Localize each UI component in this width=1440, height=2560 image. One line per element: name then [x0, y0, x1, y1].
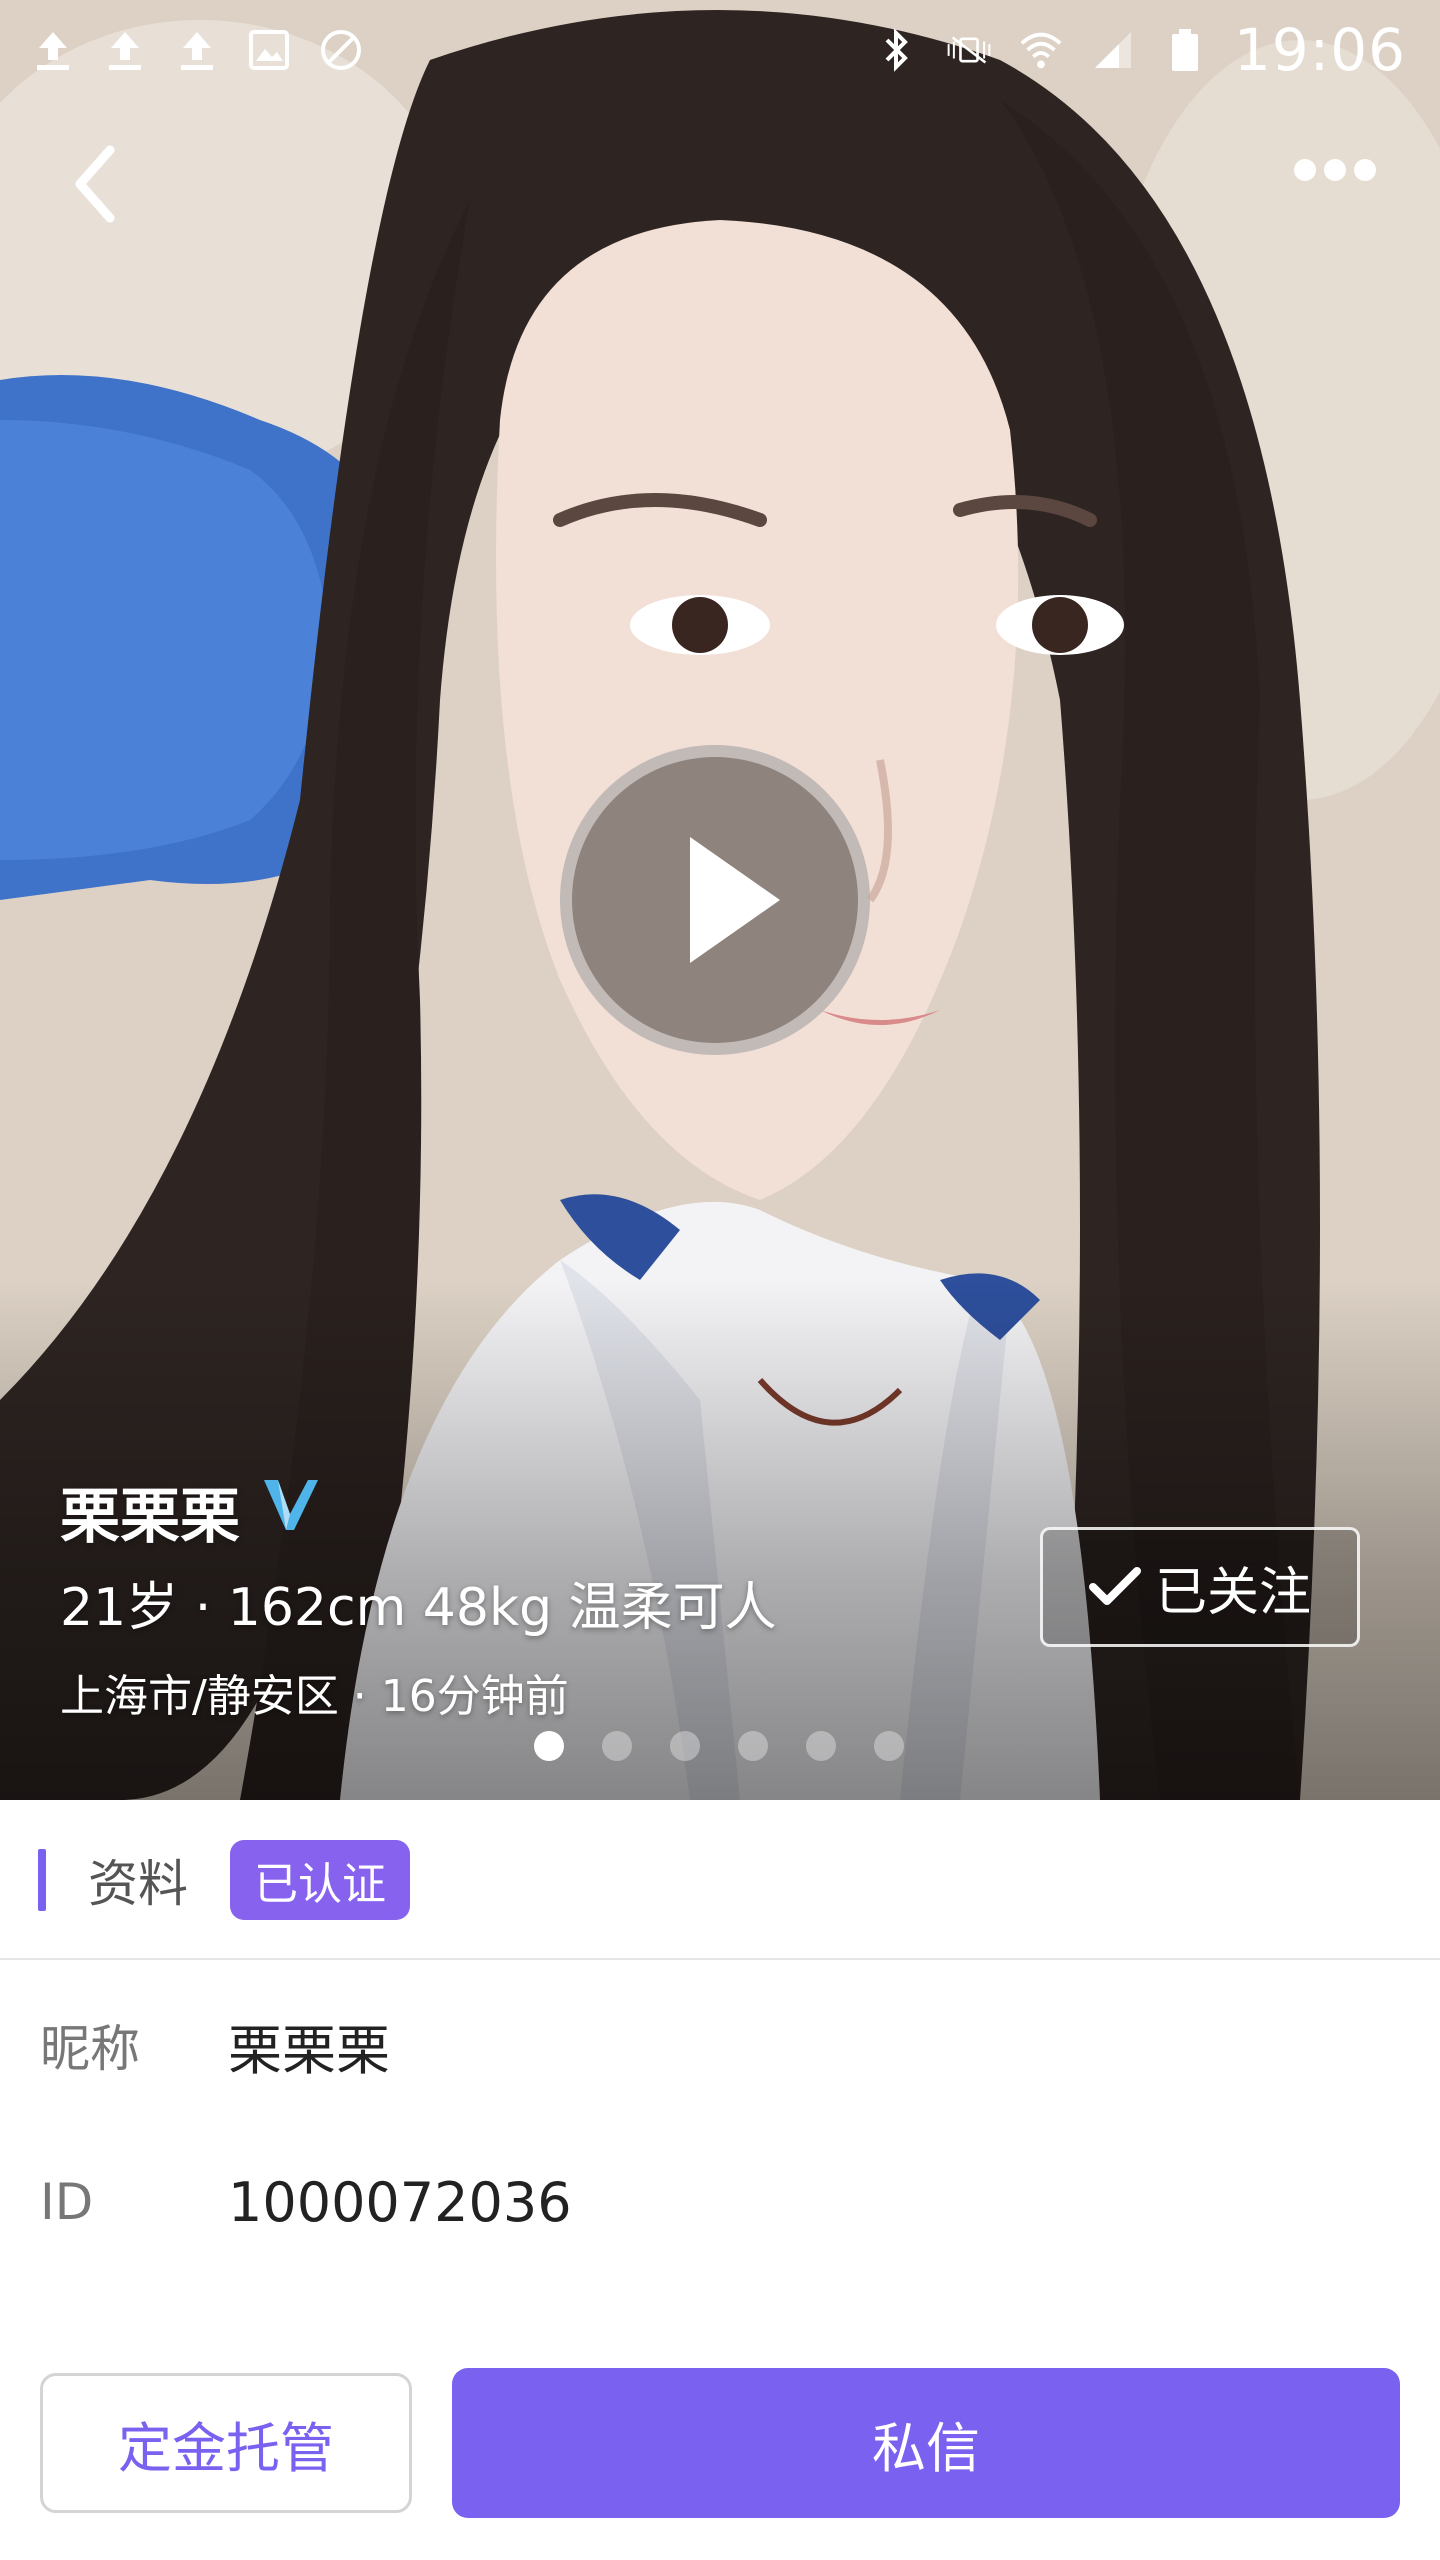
back-button[interactable] — [62, 140, 142, 230]
carousel-indicator — [534, 1731, 904, 1761]
status-right-icons: 19:06 — [874, 16, 1406, 84]
profile-stats: 21岁 · 162cm 48kg 温柔可人 — [60, 1578, 777, 1638]
chevron-left-icon — [75, 145, 115, 223]
status-left-icons — [30, 27, 364, 73]
bluetooth-icon — [874, 27, 920, 73]
status-bar: 19:06 — [0, 0, 1440, 100]
upload-icon — [102, 27, 148, 73]
blocked-icon — [318, 27, 364, 73]
profile-photo-carousel[interactable]: 19:06 栗栗栗 21岁 · 162cm 48kg 温柔可人 上海市/静安区 … — [0, 0, 1440, 1800]
carousel-dot[interactable] — [670, 1731, 700, 1761]
check-icon — [1088, 1567, 1141, 1605]
section-title: 资料 — [88, 1855, 188, 1913]
info-section-header: 资料 已认证 — [0, 1800, 1440, 1960]
info-value: 1000072036 — [228, 2170, 572, 2234]
verified-badge: 已认证 — [230, 1840, 410, 1920]
signal-icon — [1090, 27, 1136, 73]
verified-v-icon — [258, 1474, 322, 1549]
battery-icon — [1162, 27, 1208, 73]
profile-name-row: 栗栗栗 — [60, 1468, 322, 1555]
profile-page: 19:06 栗栗栗 21岁 · 162cm 48kg 温柔可人 上海市/静安区 … — [0, 0, 1440, 2560]
image-icon — [246, 27, 292, 73]
profile-name: 栗栗栗 — [60, 1482, 240, 1552]
divider — [0, 1958, 1440, 1960]
follow-button[interactable]: 已关注 — [1040, 1527, 1360, 1647]
play-icon — [690, 837, 780, 963]
carousel-dot[interactable] — [806, 1731, 836, 1761]
carousel-dot[interactable] — [602, 1731, 632, 1761]
more-dots-icon — [1294, 159, 1376, 181]
upload-icon — [30, 27, 76, 73]
carousel-dot[interactable] — [534, 1731, 564, 1761]
info-label: ID — [40, 2173, 94, 2231]
status-time: 19:06 — [1233, 16, 1406, 84]
vibrate-mute-icon — [946, 27, 992, 73]
info-row-nickname: 昵称 栗栗栗 — [40, 2000, 390, 2090]
private-message-button[interactable]: 私信 — [452, 2368, 1400, 2518]
profile-location: 上海市/静安区 · 16分钟前 — [60, 1671, 569, 1722]
deposit-escrow-button[interactable]: 定金托管 — [40, 2373, 412, 2513]
info-row-id: ID 1000072036 — [40, 2157, 572, 2247]
info-value: 栗栗栗 — [228, 2018, 390, 2082]
more-options-button[interactable] — [1290, 145, 1380, 195]
carousel-dot[interactable] — [738, 1731, 768, 1761]
follow-label: 已关注 — [1154, 1562, 1311, 1623]
upload-icon — [174, 27, 220, 73]
carousel-dot[interactable] — [874, 1731, 904, 1761]
section-accent-bar — [38, 1849, 46, 1911]
info-label: 昵称 — [40, 2020, 140, 2078]
wifi-icon — [1018, 27, 1064, 73]
play-video-button[interactable] — [560, 745, 870, 1055]
